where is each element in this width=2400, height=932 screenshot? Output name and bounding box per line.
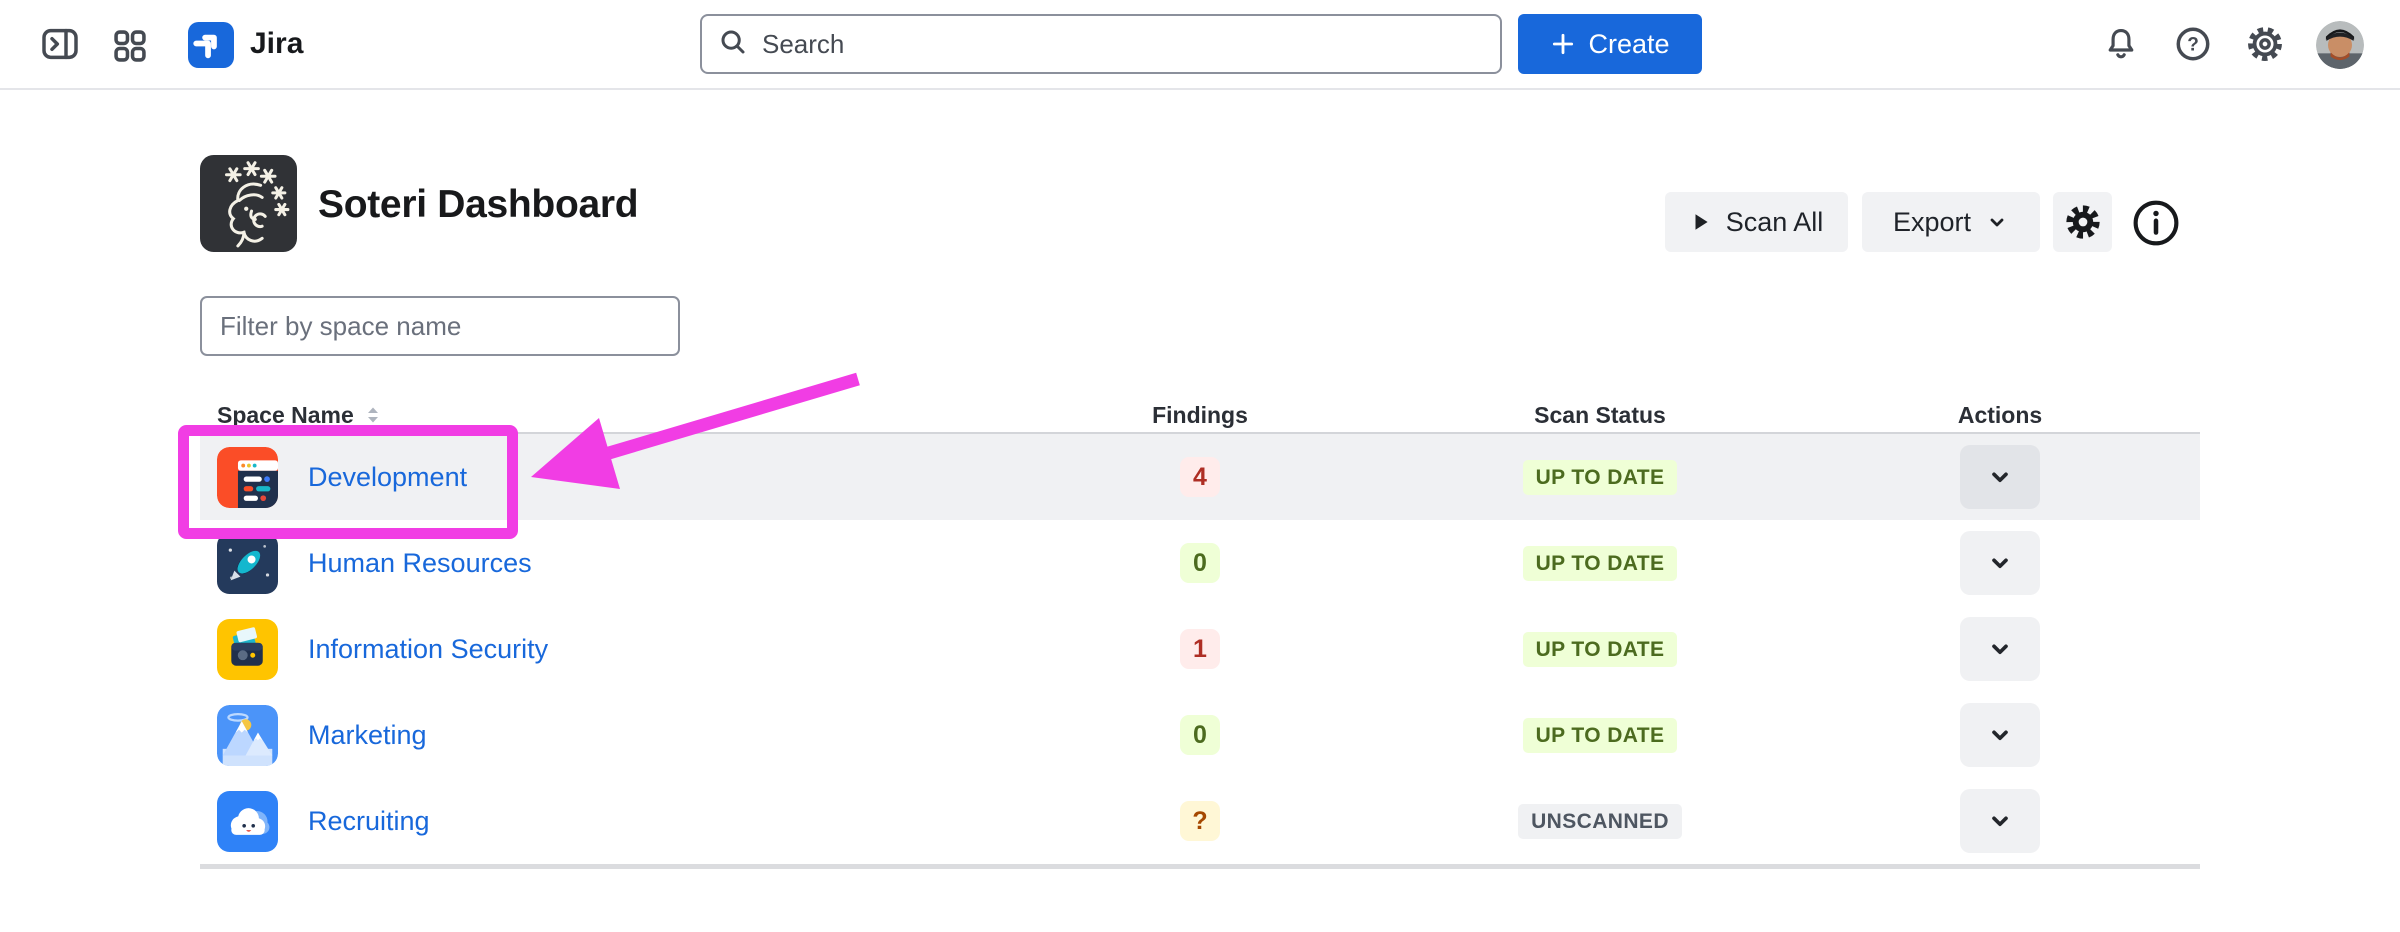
scan-status-cell: UP TO DATE	[1400, 546, 1800, 581]
create-button-label: Create	[1588, 29, 1669, 60]
space-link-information-security[interactable]: Information Security	[308, 634, 548, 665]
scan-status-badge: UNSCANNED	[1518, 804, 1682, 839]
space-filter-input[interactable]	[200, 296, 680, 356]
search-icon	[718, 27, 748, 62]
scan-status-badge: UP TO DATE	[1523, 632, 1678, 667]
sort-icon	[364, 405, 382, 425]
spaces-table: Space Name Findings Scan Status Actions	[200, 398, 2200, 869]
global-search[interactable]	[700, 14, 1502, 74]
space-name-cell: Marketing	[200, 705, 1000, 766]
app-switcher-button[interactable]	[108, 25, 152, 69]
chevron-down-icon	[1987, 636, 2013, 662]
column-header-findings: Findings	[1000, 402, 1400, 429]
space-link-human-resources[interactable]: Human Resources	[308, 548, 532, 579]
row-actions-dropdown-button[interactable]	[1960, 617, 2040, 681]
row-actions-dropdown-button[interactable]	[1960, 531, 2040, 595]
chevron-down-icon	[1987, 464, 2013, 490]
top-navigation: Jira Create	[0, 0, 2400, 90]
create-button[interactable]: Create	[1518, 14, 1702, 74]
chevron-down-icon	[1987, 808, 2013, 834]
gear-icon	[2246, 25, 2284, 66]
table-row-human-resources: Human Resources 0 UP TO DATE	[200, 520, 2200, 606]
space-name-cell: Recruiting	[200, 791, 1000, 852]
scan-status-cell: UP TO DATE	[1400, 460, 1800, 495]
gear-icon	[2065, 204, 2101, 240]
scan-status-badge: UP TO DATE	[1523, 546, 1678, 581]
app-switcher-icon	[111, 27, 149, 68]
soteri-app-icon	[200, 155, 297, 252]
chevron-down-icon	[1987, 550, 2013, 576]
space-name-cell: Development	[200, 447, 1000, 508]
table-row-information-security: Information Security 1 UP TO DATE	[200, 606, 2200, 692]
help-button[interactable]: ?	[2170, 23, 2216, 67]
column-header-actions: Actions	[1800, 402, 2200, 429]
export-button[interactable]: Export	[1862, 192, 2040, 252]
settings-nav-button[interactable]	[2242, 23, 2288, 67]
scan-all-label: Scan All	[1726, 207, 1824, 238]
scan-all-button[interactable]: Scan All	[1665, 192, 1848, 252]
row-actions-dropdown-button[interactable]	[1960, 445, 2040, 509]
actions-cell	[1800, 703, 2200, 767]
findings-badge: 0	[1180, 543, 1220, 583]
info-icon	[2130, 237, 2182, 252]
space-name-header-label: Space Name	[217, 402, 354, 429]
dashboard-settings-button[interactable]	[2053, 192, 2112, 252]
scan-status-badge: UP TO DATE	[1523, 718, 1678, 753]
findings-badge: 1	[1180, 629, 1220, 669]
table-header-row: Space Name Findings Scan Status Actions	[200, 398, 2200, 432]
info-button[interactable]	[2130, 197, 2182, 249]
scan-status-badge: UP TO DATE	[1523, 460, 1678, 495]
table-body: Development 4 UP TO DATE	[200, 432, 2200, 869]
chevron-down-icon	[1987, 722, 2013, 748]
scan-status-cell: UP TO DATE	[1400, 718, 1800, 753]
notifications-button[interactable]	[2098, 23, 2144, 67]
help-icon: ?	[2174, 25, 2212, 66]
plus-icon	[1550, 31, 1576, 57]
soteri-dashboard-page: Jira Create	[0, 0, 2400, 932]
findings-badge: 4	[1180, 457, 1220, 497]
findings-badge: ?	[1180, 801, 1220, 841]
recruiting-space-icon	[217, 791, 278, 852]
findings-cell: 4	[1000, 457, 1400, 497]
findings-cell: 0	[1000, 715, 1400, 755]
findings-cell: 0	[1000, 543, 1400, 583]
actions-cell	[1800, 531, 2200, 595]
space-link-recruiting[interactable]: Recruiting	[308, 806, 430, 837]
findings-badge: 0	[1180, 715, 1220, 755]
findings-cell: ?	[1000, 801, 1400, 841]
play-icon	[1690, 211, 1712, 233]
jira-logo[interactable]	[188, 22, 234, 73]
row-actions-dropdown-button[interactable]	[1960, 703, 2040, 767]
space-name-cell: Human Resources	[200, 533, 1000, 594]
svg-text:?: ?	[2187, 34, 2199, 55]
page-title: Soteri Dashboard	[318, 183, 638, 227]
scan-status-cell: UNSCANNED	[1400, 804, 1800, 839]
actions-cell	[1800, 789, 2200, 853]
scan-status-cell: UP TO DATE	[1400, 632, 1800, 667]
export-label: Export	[1893, 207, 1971, 238]
app-name: Jira	[250, 27, 303, 61]
row-actions-dropdown-button[interactable]	[1960, 789, 2040, 853]
table-row-marketing: Marketing 0 UP TO DATE	[200, 692, 2200, 778]
actions-cell	[1800, 617, 2200, 681]
space-name-cell: Information Security	[200, 619, 1000, 680]
sidebar-toggle-button[interactable]	[38, 23, 82, 67]
column-header-space-name[interactable]: Space Name	[200, 402, 1000, 429]
chevron-down-icon	[1985, 210, 2009, 234]
human-resources-space-icon	[217, 533, 278, 594]
user-avatar[interactable]	[2316, 21, 2364, 69]
bell-icon	[2102, 25, 2140, 66]
column-header-scan-status: Scan Status	[1400, 402, 1800, 429]
marketing-space-icon	[217, 705, 278, 766]
table-row-development: Development 4 UP TO DATE	[200, 434, 2200, 520]
space-link-development[interactable]: Development	[308, 462, 467, 493]
space-link-marketing[interactable]: Marketing	[308, 720, 427, 751]
actions-cell	[1800, 445, 2200, 509]
sidebar-toggle-icon	[40, 24, 80, 67]
findings-cell: 1	[1000, 629, 1400, 669]
development-space-icon	[217, 447, 278, 508]
information-security-space-icon	[217, 619, 278, 680]
table-row-recruiting: Recruiting ? UNSCANNED	[200, 778, 2200, 864]
search-input[interactable]	[760, 28, 1484, 61]
